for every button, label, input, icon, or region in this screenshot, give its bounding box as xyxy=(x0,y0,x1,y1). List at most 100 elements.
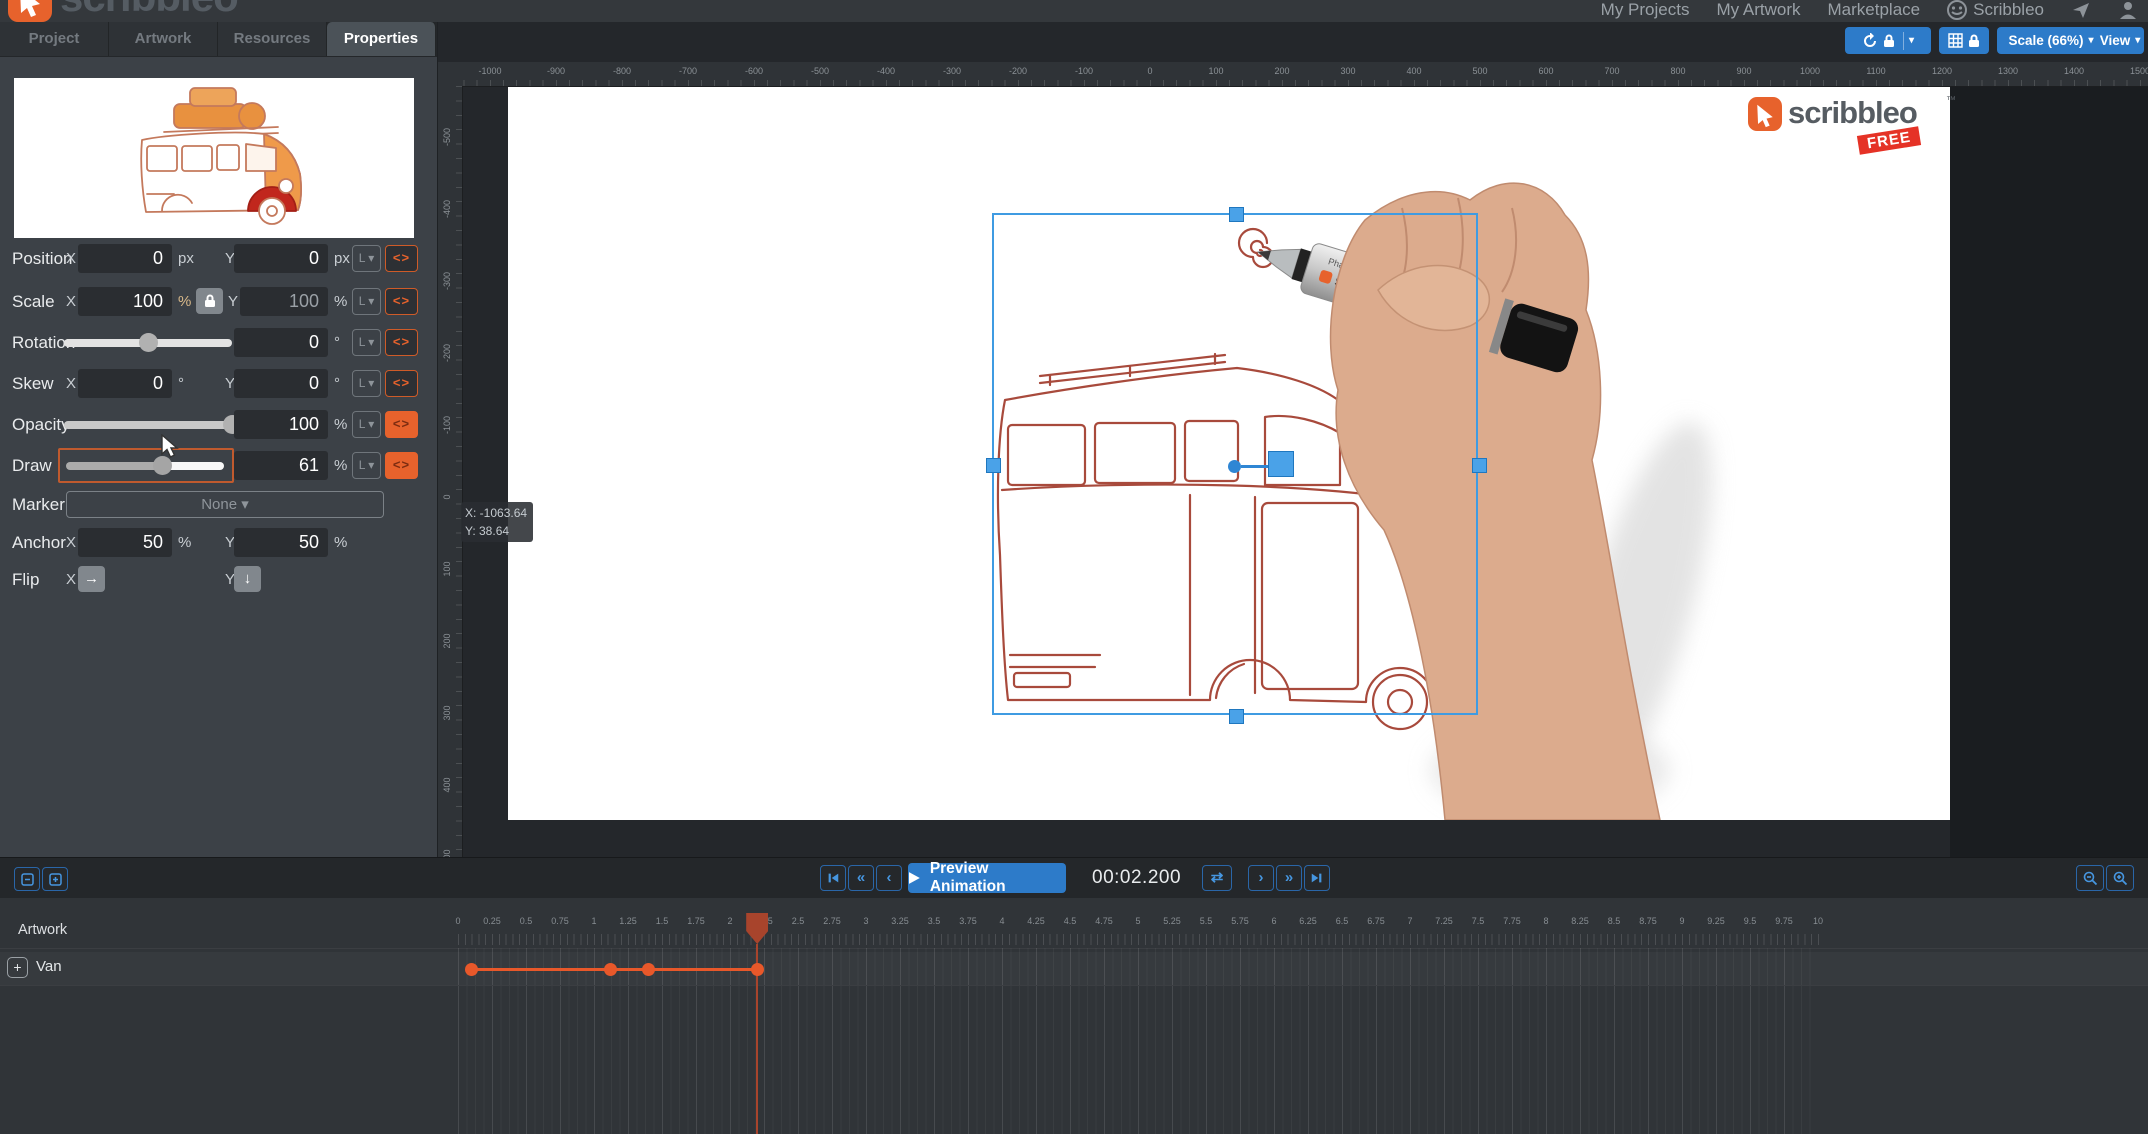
tab-properties[interactable]: Properties xyxy=(327,22,436,56)
marker-dropdown[interactable]: None ▾ xyxy=(66,491,384,518)
draw-unit: % xyxy=(334,450,347,481)
opacity-interp-button[interactable]: L ▾ xyxy=(352,411,381,438)
pointer-x: X: -1063.64 xyxy=(465,504,533,522)
skip-to-end-button[interactable] xyxy=(1304,865,1330,891)
keyframe-dot[interactable] xyxy=(604,963,617,976)
menu-my-projects[interactable]: My Projects xyxy=(1601,0,1690,20)
scale-dropdown-button[interactable]: Scale (66%) ▾ xyxy=(1997,27,2105,54)
view-dropdown-button[interactable]: View ▾ xyxy=(2096,27,2144,54)
flip-y-button[interactable]: ↓ xyxy=(234,566,261,592)
selection-handle-bottom[interactable] xyxy=(1229,709,1244,724)
h-ruler-label: 800 xyxy=(1658,66,1698,76)
anchor-y-input[interactable] xyxy=(234,528,328,557)
h-ruler-label: 600 xyxy=(1526,66,1566,76)
play-icon xyxy=(908,871,921,885)
scribbleo-logo-icon[interactable] xyxy=(8,0,52,22)
skip-to-start-button[interactable] xyxy=(820,865,846,891)
property-row-opacity: Opacity % L ▾ <> xyxy=(0,409,437,441)
selection-handle-right[interactable] xyxy=(1472,458,1487,473)
timeline-zoom-out-button[interactable] xyxy=(2076,865,2104,891)
flip-x-button[interactable]: → xyxy=(78,566,105,592)
step-back-button[interactable]: ‹ xyxy=(876,865,902,891)
next-keyframe-button[interactable]: » xyxy=(1276,865,1302,891)
sync-lock-button[interactable]: ▾ xyxy=(1845,27,1931,54)
timeline-ruler-label: 4.75 xyxy=(1087,916,1121,926)
tab-artwork[interactable]: Artwork xyxy=(109,22,218,56)
share-icon[interactable] xyxy=(2071,0,2091,20)
tab-resources[interactable]: Resources xyxy=(218,22,327,56)
skew-x-input[interactable] xyxy=(78,369,172,398)
h-ruler-label: 100 xyxy=(1196,66,1236,76)
preview-animation-button[interactable]: Preview Animation xyxy=(908,863,1066,893)
selection-box[interactable] xyxy=(992,213,1478,715)
rotation-input[interactable] xyxy=(234,328,328,357)
draw-interp-button[interactable]: L ▾ xyxy=(352,452,381,479)
timeline-ruler-ticks[interactable] xyxy=(458,934,1820,945)
anchor-handle[interactable] xyxy=(1268,451,1294,477)
marker-label: Marker xyxy=(12,489,65,520)
rotation-keyframe-button[interactable]: <> xyxy=(385,329,418,356)
x-axis-label: X xyxy=(66,286,76,317)
timeline-expand-button[interactable] xyxy=(42,867,68,891)
user-profile-icon[interactable] xyxy=(2118,0,2138,20)
property-row-marker: Marker None ▾ xyxy=(0,489,437,521)
user-menu[interactable]: Scribbleo xyxy=(1947,0,2044,20)
v-ruler-label: 100 xyxy=(442,558,456,580)
opacity-keyframe-button[interactable]: <> xyxy=(385,411,418,438)
keyframe-dot[interactable] xyxy=(642,963,655,976)
draw-input[interactable] xyxy=(234,451,328,480)
skew-keyframe-button[interactable]: <> xyxy=(385,370,418,397)
lock-icon xyxy=(1883,34,1895,48)
scale-label: Scale xyxy=(12,286,55,317)
timeline-zoom-in-button[interactable] xyxy=(2106,865,2134,891)
opacity-unit: % xyxy=(334,409,347,440)
menu-my-artwork[interactable]: My Artwork xyxy=(1716,0,1800,20)
anchor-label: Anchor xyxy=(12,527,66,558)
scale-y-input[interactable] xyxy=(240,287,328,316)
keyframe-dot[interactable] xyxy=(465,963,478,976)
timeline-ruler-label: 1.5 xyxy=(645,916,679,926)
tab-project[interactable]: Project xyxy=(0,22,109,56)
mouse-cursor xyxy=(160,434,182,458)
interp-label: L xyxy=(359,417,365,431)
h-ruler-label: -600 xyxy=(734,66,774,76)
scale-lock-button[interactable] xyxy=(196,288,223,314)
selection-handle-left[interactable] xyxy=(986,458,1001,473)
skew-y-input[interactable] xyxy=(234,369,328,398)
step-forward-button[interactable]: › xyxy=(1248,865,1274,891)
position-keyframe-button[interactable]: <> xyxy=(385,245,418,272)
scale-keyframe-button[interactable]: <> xyxy=(385,288,418,315)
loop-toggle-button[interactable]: ⇄ xyxy=(1202,865,1232,891)
position-y-input[interactable] xyxy=(234,244,328,273)
skew-interp-button[interactable]: L ▾ xyxy=(352,370,381,397)
timeline-collapse-button[interactable] xyxy=(14,867,40,891)
scale-interp-button[interactable]: L ▾ xyxy=(352,288,381,315)
h-ruler-label: 700 xyxy=(1592,66,1632,76)
previous-keyframe-button[interactable]: « xyxy=(848,865,874,891)
scale-x-input[interactable] xyxy=(78,287,172,316)
rotation-slider-handle[interactable] xyxy=(139,333,158,352)
rotation-interp-button[interactable]: L ▾ xyxy=(352,329,381,356)
opacity-input[interactable] xyxy=(234,410,328,439)
anchor-point[interactable] xyxy=(1228,460,1241,473)
timeline-ruler-label: 4.5 xyxy=(1053,916,1087,926)
timeline-ruler-label: 8.5 xyxy=(1597,916,1631,926)
keyframe-dot[interactable] xyxy=(751,963,764,976)
grid-lock-button[interactable] xyxy=(1939,27,1989,54)
anchor-x-input[interactable] xyxy=(78,528,172,557)
layer-expand-button[interactable]: + xyxy=(7,957,28,978)
draw-label: Draw xyxy=(12,450,52,481)
position-x-input[interactable] xyxy=(78,244,172,273)
position-interp-button[interactable]: L ▾ xyxy=(352,245,381,272)
van-thumbnail-art xyxy=(14,78,414,238)
timeline-ruler-label: 7.25 xyxy=(1427,916,1461,926)
lock-icon xyxy=(204,294,216,308)
menu-marketplace[interactable]: Marketplace xyxy=(1828,0,1921,20)
draw-slider-handle[interactable] xyxy=(153,456,172,475)
selection-handle-top[interactable] xyxy=(1229,207,1244,222)
timeline-ruler-label: 5.5 xyxy=(1189,916,1223,926)
layer-row-van[interactable]: + Van xyxy=(0,952,2148,986)
draw-keyframe-button[interactable]: <> xyxy=(385,452,418,479)
draw-slider[interactable] xyxy=(58,448,234,483)
ruler-corner xyxy=(437,62,463,86)
